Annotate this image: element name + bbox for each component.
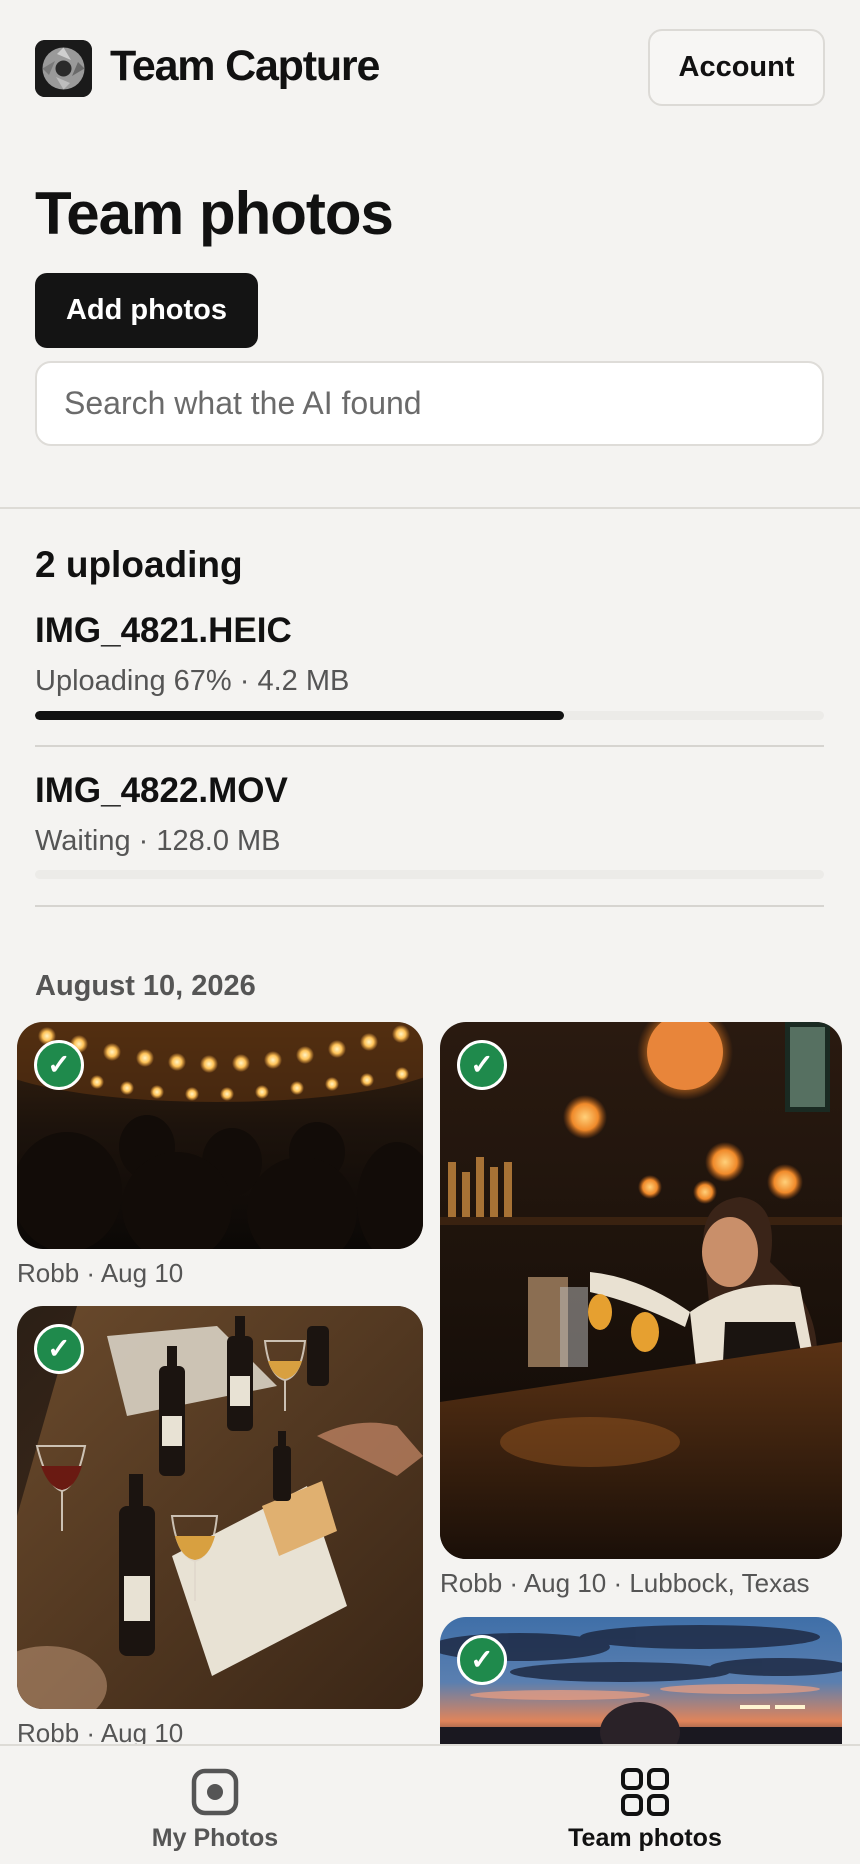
section-divider: [0, 507, 860, 509]
bottom-nav: My Photos Team photos: [0, 1744, 860, 1864]
photo-caption: Robb · Aug 10 · Lubbock, Texas: [440, 1568, 810, 1598]
upload-progress-bar: [35, 870, 824, 879]
upload-divider: [35, 905, 824, 907]
upload-progress-fill: [35, 711, 564, 720]
checkmark-icon: ✓: [34, 1040, 84, 1090]
upload-status: Uploading 67% · 4.2 MB: [35, 665, 350, 697]
upload-divider: [35, 745, 824, 747]
photo-card[interactable]: ✓ Robb · Aug 10: [17, 1306, 423, 1748]
photo-thumbnail[interactable]: ✓: [17, 1306, 423, 1709]
account-button[interactable]: Account: [648, 29, 825, 106]
photo-card[interactable]: ✓ Robb · Aug 10: [17, 1022, 423, 1288]
page-title: Team photos: [35, 180, 394, 247]
add-photos-button[interactable]: Add photos: [35, 273, 258, 348]
upload-status: Waiting · 128.0 MB: [35, 825, 281, 857]
upload-item: IMG_4821.HEIC Uploading 67% · 4.2 MB: [35, 610, 824, 747]
photo-caption: Robb · Aug 10: [17, 1258, 184, 1288]
upload-item: IMG_4822.MOV Waiting · 128.0 MB: [35, 770, 824, 907]
app-header: Team Capture Account: [35, 29, 825, 108]
aperture-logo-icon: [35, 40, 92, 97]
photo-thumbnail[interactable]: ✓: [440, 1022, 842, 1559]
upload-progress-bar: [35, 711, 824, 720]
nav-label: My Photos: [151, 1824, 279, 1852]
nav-label: Team photos: [568, 1824, 722, 1852]
search-input[interactable]: Search what the AI found: [35, 361, 824, 446]
photo-thumbnail[interactable]: ✓: [440, 1617, 842, 1747]
checkmark-icon: ✓: [34, 1324, 84, 1374]
checkmark-icon: ✓: [457, 1040, 507, 1090]
app-title: Team Capture: [110, 42, 380, 90]
nav-my-photos[interactable]: My Photos: [0, 1746, 430, 1864]
uploads-title: 2 uploading: [35, 544, 243, 585]
upload-filename: IMG_4822.MOV: [35, 771, 288, 810]
photo-thumbnail[interactable]: ✓: [17, 1022, 423, 1249]
checkmark-icon: ✓: [457, 1635, 507, 1685]
grid-icon: [621, 1768, 669, 1816]
date-group-label: August 10, 2026: [35, 970, 256, 1002]
nav-team-photos[interactable]: Team photos: [430, 1746, 860, 1864]
photo-card[interactable]: ✓ Robb · Aug 10 · Lubbock, Texas: [440, 1022, 842, 1598]
photo-card[interactable]: ✓: [440, 1617, 842, 1747]
upload-filename: IMG_4821.HEIC: [35, 611, 292, 650]
photo-circle-icon: [191, 1768, 239, 1816]
